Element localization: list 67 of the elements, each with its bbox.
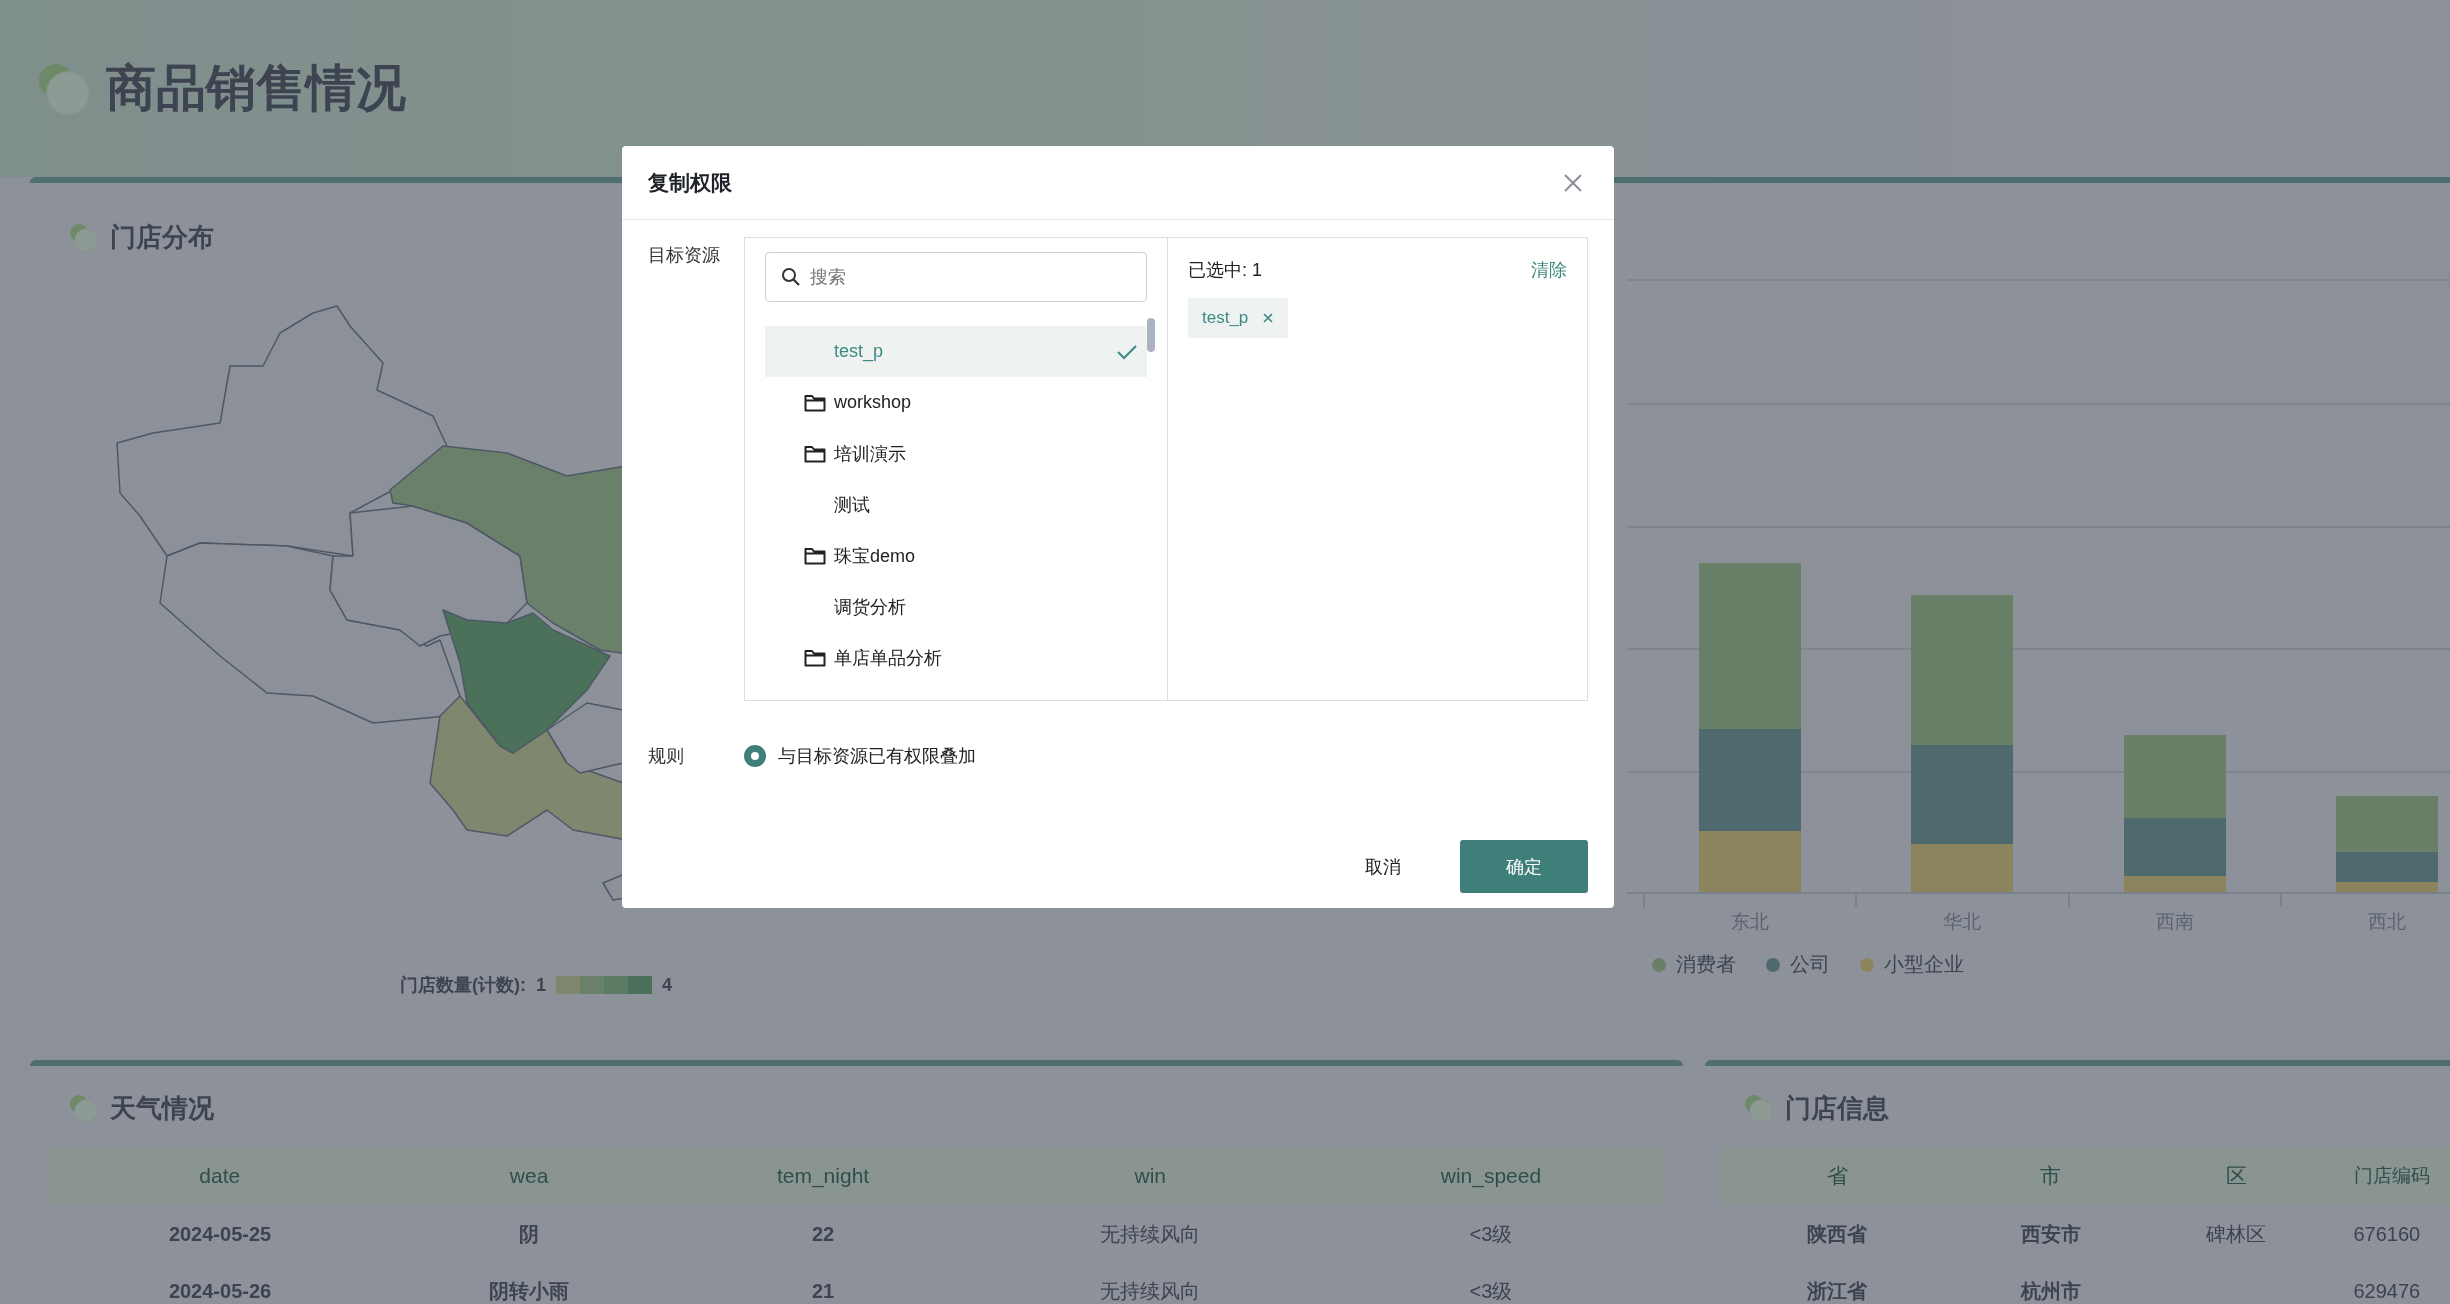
legend-max: 4 bbox=[662, 974, 672, 996]
tree-item[interactable]: 培训演示 bbox=[765, 428, 1147, 479]
clear-link[interactable]: 清除 bbox=[1531, 258, 1567, 282]
header-cell: win bbox=[981, 1146, 1320, 1206]
table-cell: 碑林区 bbox=[2206, 1223, 2266, 1245]
confirm-button[interactable]: 确定 bbox=[1460, 840, 1588, 893]
legend-label: 消费者 bbox=[1676, 952, 1736, 977]
table-cell: 无持续风向 bbox=[981, 1206, 1320, 1263]
card-title: 门店信息 bbox=[1785, 1091, 1889, 1125]
table-cell: 浙江省 bbox=[1807, 1280, 1868, 1302]
table-cell: <3级 bbox=[1319, 1206, 1663, 1263]
tree-item[interactable]: 珠宝demo bbox=[765, 530, 1147, 581]
close-icon[interactable] bbox=[1562, 171, 1584, 194]
header-cell: 区 bbox=[2148, 1146, 2324, 1206]
legend-label: 门店数量(计数): bbox=[400, 974, 526, 997]
table-cell-text: 2024-05-26 bbox=[167, 1279, 273, 1304]
legend-label: 公司 bbox=[1790, 952, 1830, 977]
radio-label: 与目标资源已有权限叠加 bbox=[778, 745, 976, 768]
header-cell: 门店编码 bbox=[2323, 1146, 2450, 1206]
table-cell: 西安市 bbox=[2020, 1223, 2081, 1245]
card-title: 天气情况 bbox=[110, 1091, 214, 1125]
folder-icon bbox=[804, 546, 826, 565]
selected-count: 已选中: 1 bbox=[1188, 259, 1262, 282]
table-cell: 杭州市 bbox=[2020, 1280, 2081, 1302]
tree-item[interactable]: workshop bbox=[765, 377, 1147, 428]
field-label: 规则 bbox=[648, 745, 685, 768]
legend-min: 1 bbox=[536, 974, 546, 996]
scrollbar-thumb[interactable] bbox=[1147, 318, 1155, 352]
dialog-title: 复制权限 bbox=[648, 169, 732, 196]
folder-icon bbox=[804, 444, 826, 463]
tree-item[interactable]: 测试 bbox=[765, 479, 1147, 530]
field-label: 目标资源 bbox=[648, 244, 721, 267]
folder-icon bbox=[804, 393, 826, 412]
legend-gradient-icon bbox=[556, 976, 652, 994]
folder-icon bbox=[804, 648, 826, 667]
header-cell: 市 bbox=[1952, 1146, 2149, 1206]
table-cell: 629476 bbox=[2353, 1280, 2421, 1302]
search-icon bbox=[781, 267, 801, 287]
check-icon bbox=[1117, 343, 1137, 360]
header-cell: wea bbox=[393, 1146, 666, 1206]
search-field[interactable]: 搜索 bbox=[765, 252, 1147, 302]
table-cell-text: 阴转小雨 bbox=[488, 1279, 571, 1304]
table-cell-text: <3级 bbox=[1468, 1279, 1514, 1304]
table-cell: 阴 bbox=[393, 1206, 666, 1263]
table-cell: 22 bbox=[665, 1206, 982, 1263]
table-cell-text: 无持续风向 bbox=[1099, 1279, 1202, 1304]
header-cell: tem_night bbox=[665, 1146, 982, 1206]
header-cell: win_speed bbox=[1319, 1146, 1663, 1206]
remove-icon[interactable] bbox=[1262, 312, 1275, 324]
page-title: 商品销售情况 bbox=[106, 59, 406, 118]
tree-item[interactable]: 调货分析 bbox=[765, 581, 1147, 632]
table-cell-text: 21 bbox=[810, 1279, 836, 1304]
cancel-button[interactable]: 取消 bbox=[1328, 840, 1438, 893]
table-cell: 676160 bbox=[2353, 1223, 2421, 1245]
bullet-icon bbox=[68, 222, 98, 252]
card-title: 门店分布 bbox=[110, 220, 214, 254]
bullet-icon bbox=[1743, 1093, 1773, 1123]
table-cell: 2024-05-25 bbox=[47, 1206, 394, 1263]
header-cell: date bbox=[47, 1146, 394, 1206]
bullet-icon bbox=[68, 1093, 98, 1123]
legend-label: 小型企业 bbox=[1884, 952, 1964, 977]
tree-item[interactable]: test_p bbox=[765, 326, 1147, 377]
radio-button[interactable] bbox=[744, 745, 766, 767]
header-cell: 省 bbox=[1722, 1146, 1953, 1206]
tag-label: test_p bbox=[1202, 308, 1249, 328]
table-cell: 陕西省 bbox=[1807, 1223, 1868, 1245]
tree-item[interactable]: 单店单品分析 bbox=[765, 632, 1147, 683]
